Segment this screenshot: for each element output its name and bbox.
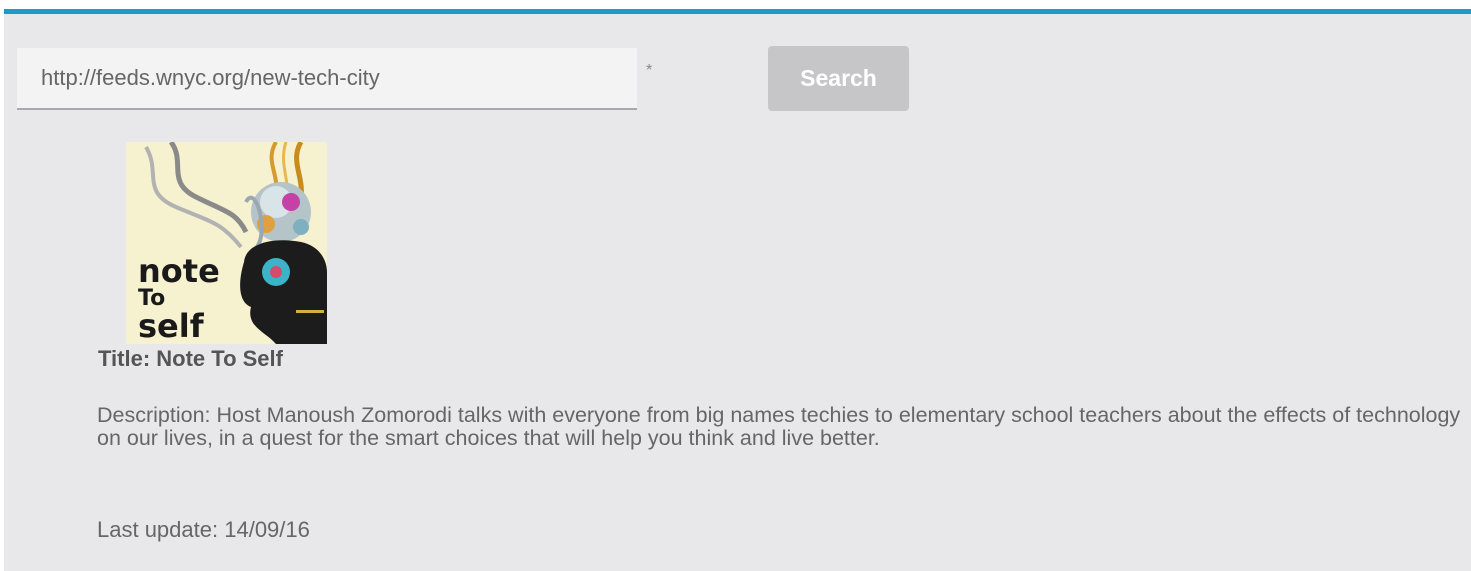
title-label: Title: — [98, 346, 151, 371]
required-marker: * — [646, 62, 653, 79]
title-value: Note To Self — [156, 346, 283, 371]
feed-url-input[interactable] — [17, 48, 637, 110]
podcast-description: Description: Host Manoush Zomorodi talks… — [97, 404, 1465, 450]
description-label: Description: — [97, 403, 211, 427]
podcast-cover-image: note To self — [126, 142, 327, 344]
svg-text:note: note — [138, 252, 220, 290]
last-update-value: 14/09/16 — [224, 517, 310, 542]
description-text: Host Manoush Zomorodi talks with everyon… — [97, 403, 1461, 450]
search-button[interactable]: Search — [768, 46, 909, 111]
last-update-label: Last update: — [97, 517, 219, 542]
last-update: Last update: 14/09/16 — [97, 517, 310, 543]
svg-text:self: self — [138, 307, 205, 344]
podcast-title: Title: Note To Self — [98, 346, 283, 372]
top-strip — [0, 0, 1471, 9]
